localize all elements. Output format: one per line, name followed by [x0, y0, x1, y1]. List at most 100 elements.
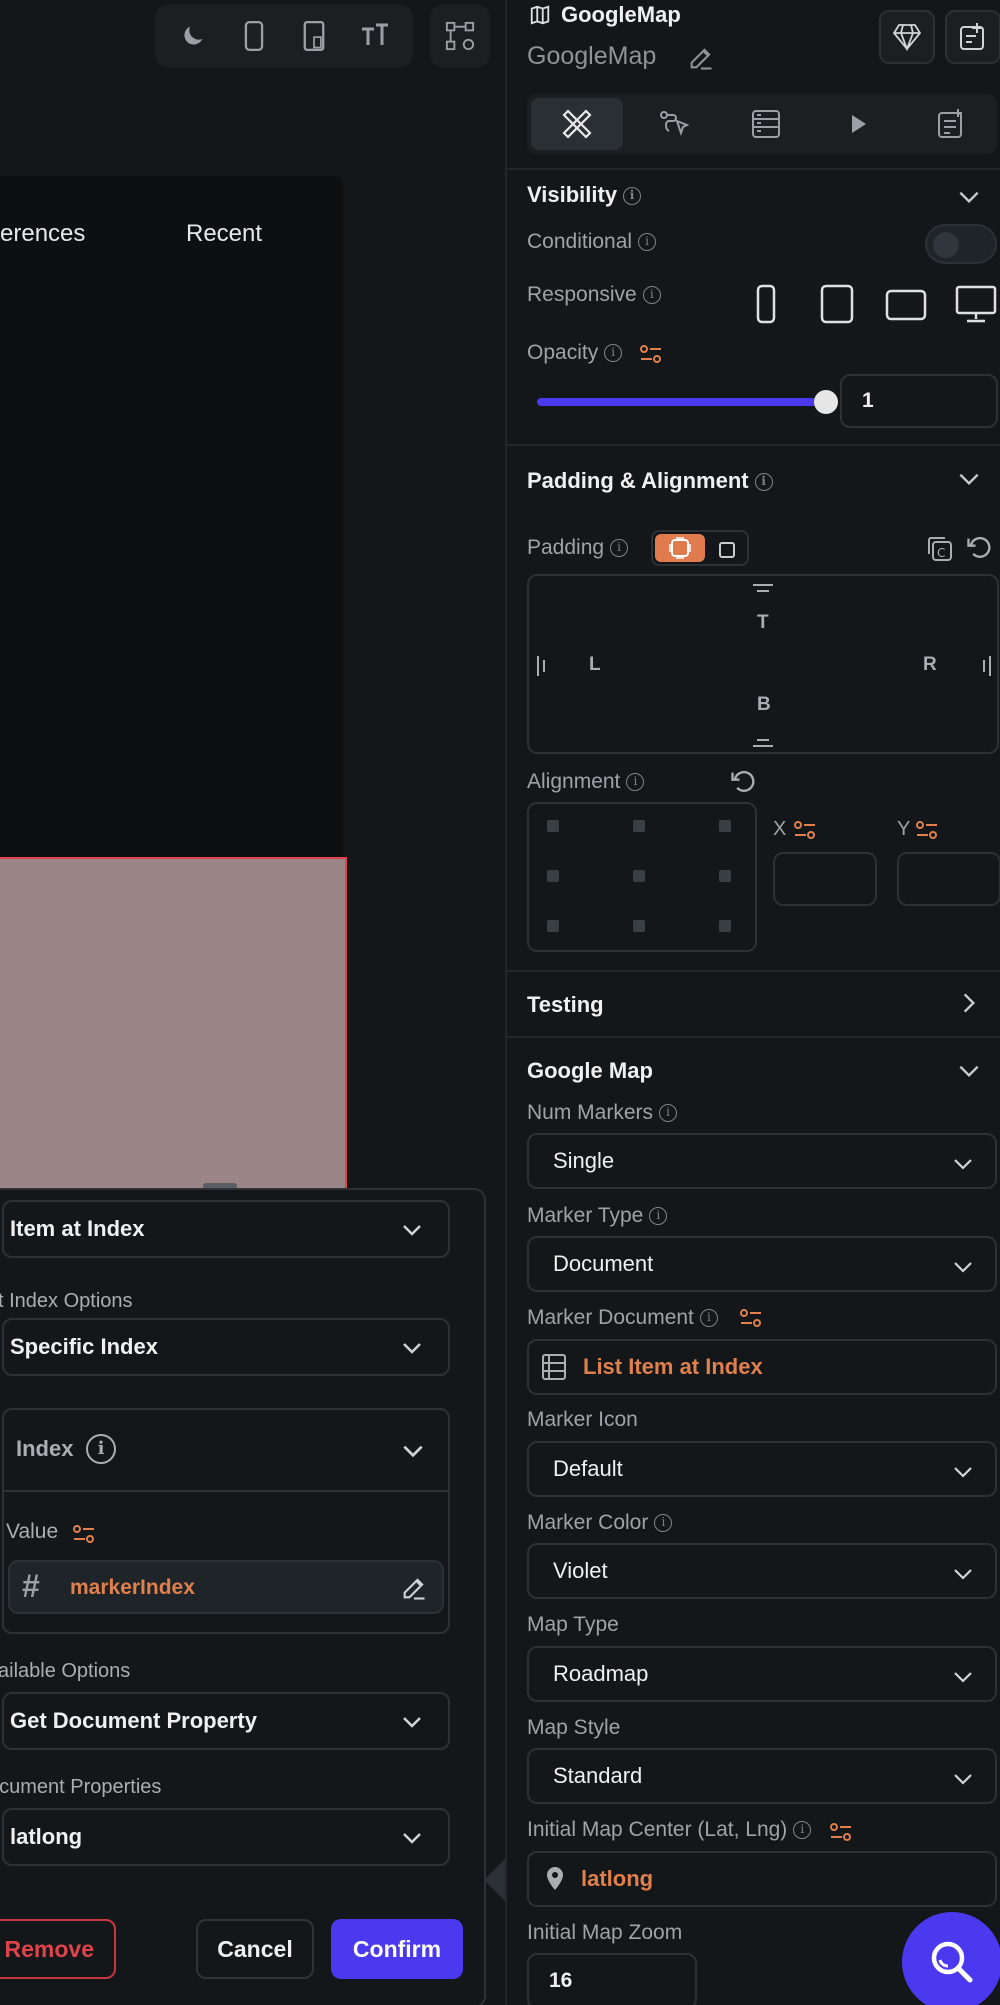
edit-icon[interactable]	[687, 44, 715, 72]
premium-button[interactable]	[879, 10, 935, 64]
phone-icon[interactable]	[239, 21, 269, 51]
marker-icon-dropdown[interactable]: Default	[527, 1441, 997, 1497]
padding-top-handle[interactable]	[753, 582, 773, 596]
testing-section-title[interactable]: Testing	[527, 992, 604, 1018]
align-center-right[interactable]	[719, 870, 731, 882]
align-center[interactable]	[633, 870, 645, 882]
padding-mode-toggle[interactable]	[651, 530, 749, 566]
tab-properties[interactable]	[531, 98, 624, 150]
value-field[interactable]: # markerIndex	[8, 1560, 444, 1614]
info-icon[interactable]: i	[654, 1514, 673, 1533]
desktop-visibility-icon[interactable]	[955, 284, 997, 324]
padding-top[interactable]: T	[757, 612, 769, 634]
variable-settings-icon[interactable]	[639, 342, 663, 366]
opacity-slider-track[interactable]	[537, 398, 821, 406]
info-icon[interactable]: i	[610, 539, 629, 558]
info-icon[interactable]: i	[754, 473, 773, 492]
align-top-left[interactable]	[547, 820, 559, 832]
info-icon[interactable]: i	[86, 1434, 116, 1464]
num-markers-dropdown[interactable]: Single	[527, 1133, 997, 1189]
add-widget-button[interactable]	[945, 10, 1000, 64]
copy-icon[interactable]: C	[925, 534, 955, 564]
tablet-visibility-icon[interactable]	[819, 284, 855, 324]
google-map-section-title[interactable]: Google Map	[527, 1058, 653, 1084]
search-button[interactable]	[902, 1912, 1000, 2005]
cancel-button[interactable]: Cancel	[196, 1919, 314, 1979]
padding-right[interactable]: R	[923, 654, 937, 676]
widget-tree-button[interactable]	[430, 4, 490, 68]
info-icon[interactable]: i	[659, 1104, 678, 1123]
google-map-widget-preview[interactable]	[0, 857, 347, 1197]
variable-settings-icon[interactable]	[829, 1820, 853, 1844]
info-icon[interactable]: i	[626, 773, 645, 792]
info-icon[interactable]: i	[638, 233, 657, 252]
chevron-down-icon[interactable]	[956, 466, 982, 492]
remove-button[interactable]: Remove	[0, 1919, 116, 1979]
variable-settings-icon[interactable]	[72, 1522, 96, 1546]
info-icon[interactable]: i	[642, 286, 661, 305]
info-icon[interactable]: i	[699, 1309, 718, 1328]
source-select[interactable]: Item at Index	[2, 1200, 450, 1258]
list-index-options-select[interactable]: Specific Index	[2, 1318, 450, 1376]
info-icon[interactable]: i	[604, 344, 623, 363]
marker-document-field[interactable]: List Item at Index	[527, 1339, 997, 1395]
marker-color-dropdown[interactable]: Violet	[527, 1543, 997, 1599]
padding-left[interactable]: L	[589, 654, 601, 676]
available-options-select[interactable]: Get Document Property	[2, 1692, 450, 1750]
tablet-landscape-visibility-icon[interactable]	[885, 288, 927, 322]
variable-settings-icon[interactable]	[915, 818, 939, 842]
chevron-down-icon[interactable]	[956, 1058, 982, 1084]
conditional-toggle[interactable]	[925, 224, 997, 264]
initial-center-field[interactable]: latlong	[527, 1851, 997, 1907]
padding-all-sides-option[interactable]	[655, 534, 705, 562]
map-type-dropdown[interactable]: Roadmap	[527, 1646, 997, 1702]
text-size-icon[interactable]	[360, 21, 390, 51]
align-bottom-right[interactable]	[719, 920, 731, 932]
align-top-center[interactable]	[633, 820, 645, 832]
tab-notes[interactable]	[905, 94, 997, 154]
moon-icon[interactable]	[178, 21, 208, 51]
opacity-input[interactable]: 1	[840, 374, 998, 428]
info-icon[interactable]: i	[649, 1207, 668, 1226]
padding-single-icon[interactable]	[717, 540, 737, 560]
align-bottom-left[interactable]	[547, 920, 559, 932]
align-bottom-center[interactable]	[633, 920, 645, 932]
padding-left-handle[interactable]	[535, 656, 549, 676]
chevron-down-icon[interactable]	[956, 184, 982, 210]
align-top-right[interactable]	[719, 820, 731, 832]
widget-name-field[interactable]: GoogleMap	[527, 42, 656, 71]
tab-actions[interactable]	[627, 94, 719, 154]
preview-tab-recent[interactable]: Recent	[186, 220, 262, 248]
reset-icon[interactable]	[965, 534, 993, 562]
confirm-button[interactable]: Confirm	[331, 1919, 463, 1979]
opacity-slider-thumb[interactable]	[814, 390, 838, 414]
reset-icon[interactable]	[729, 768, 757, 796]
padding-alignment-section-title[interactable]: Padding & Alignment i	[527, 468, 773, 494]
index-section-header[interactable]: Index i	[4, 1410, 448, 1492]
preview-tab-preferences[interactable]: erences	[0, 220, 85, 248]
mobile-visibility-icon[interactable]	[751, 284, 781, 324]
marker-type-dropdown[interactable]: Document	[527, 1236, 997, 1292]
tablet-icon[interactable]	[299, 21, 329, 51]
tab-backend-query[interactable]	[720, 94, 812, 154]
document-properties-select[interactable]: latlong	[2, 1808, 450, 1866]
initial-zoom-input[interactable]: 16	[527, 1953, 697, 2005]
visibility-section-title[interactable]: Visibility i	[527, 182, 642, 208]
edit-icon[interactable]	[400, 1574, 428, 1602]
map-style-dropdown[interactable]: Standard	[527, 1748, 997, 1804]
index-section: Index i Value # markerIndex	[2, 1408, 450, 1634]
chevron-right-icon[interactable]	[956, 990, 982, 1016]
padding-bottom[interactable]: B	[757, 694, 771, 716]
align-center-left[interactable]	[547, 870, 559, 882]
padding-bottom-handle[interactable]	[753, 736, 773, 750]
info-icon[interactable]: i	[793, 1821, 812, 1840]
design-canvas: erences Recent Item at Index st Index Op…	[0, 0, 505, 2005]
variable-settings-icon[interactable]	[739, 1306, 763, 1330]
num-markers-label-text: Num Markers	[527, 1101, 654, 1124]
tab-play[interactable]	[812, 94, 904, 154]
padding-right-handle[interactable]	[979, 656, 993, 676]
align-y-input[interactable]	[897, 852, 1000, 906]
info-icon[interactable]: i	[623, 187, 642, 206]
variable-settings-icon[interactable]	[793, 818, 817, 842]
align-x-input[interactable]	[773, 852, 877, 906]
